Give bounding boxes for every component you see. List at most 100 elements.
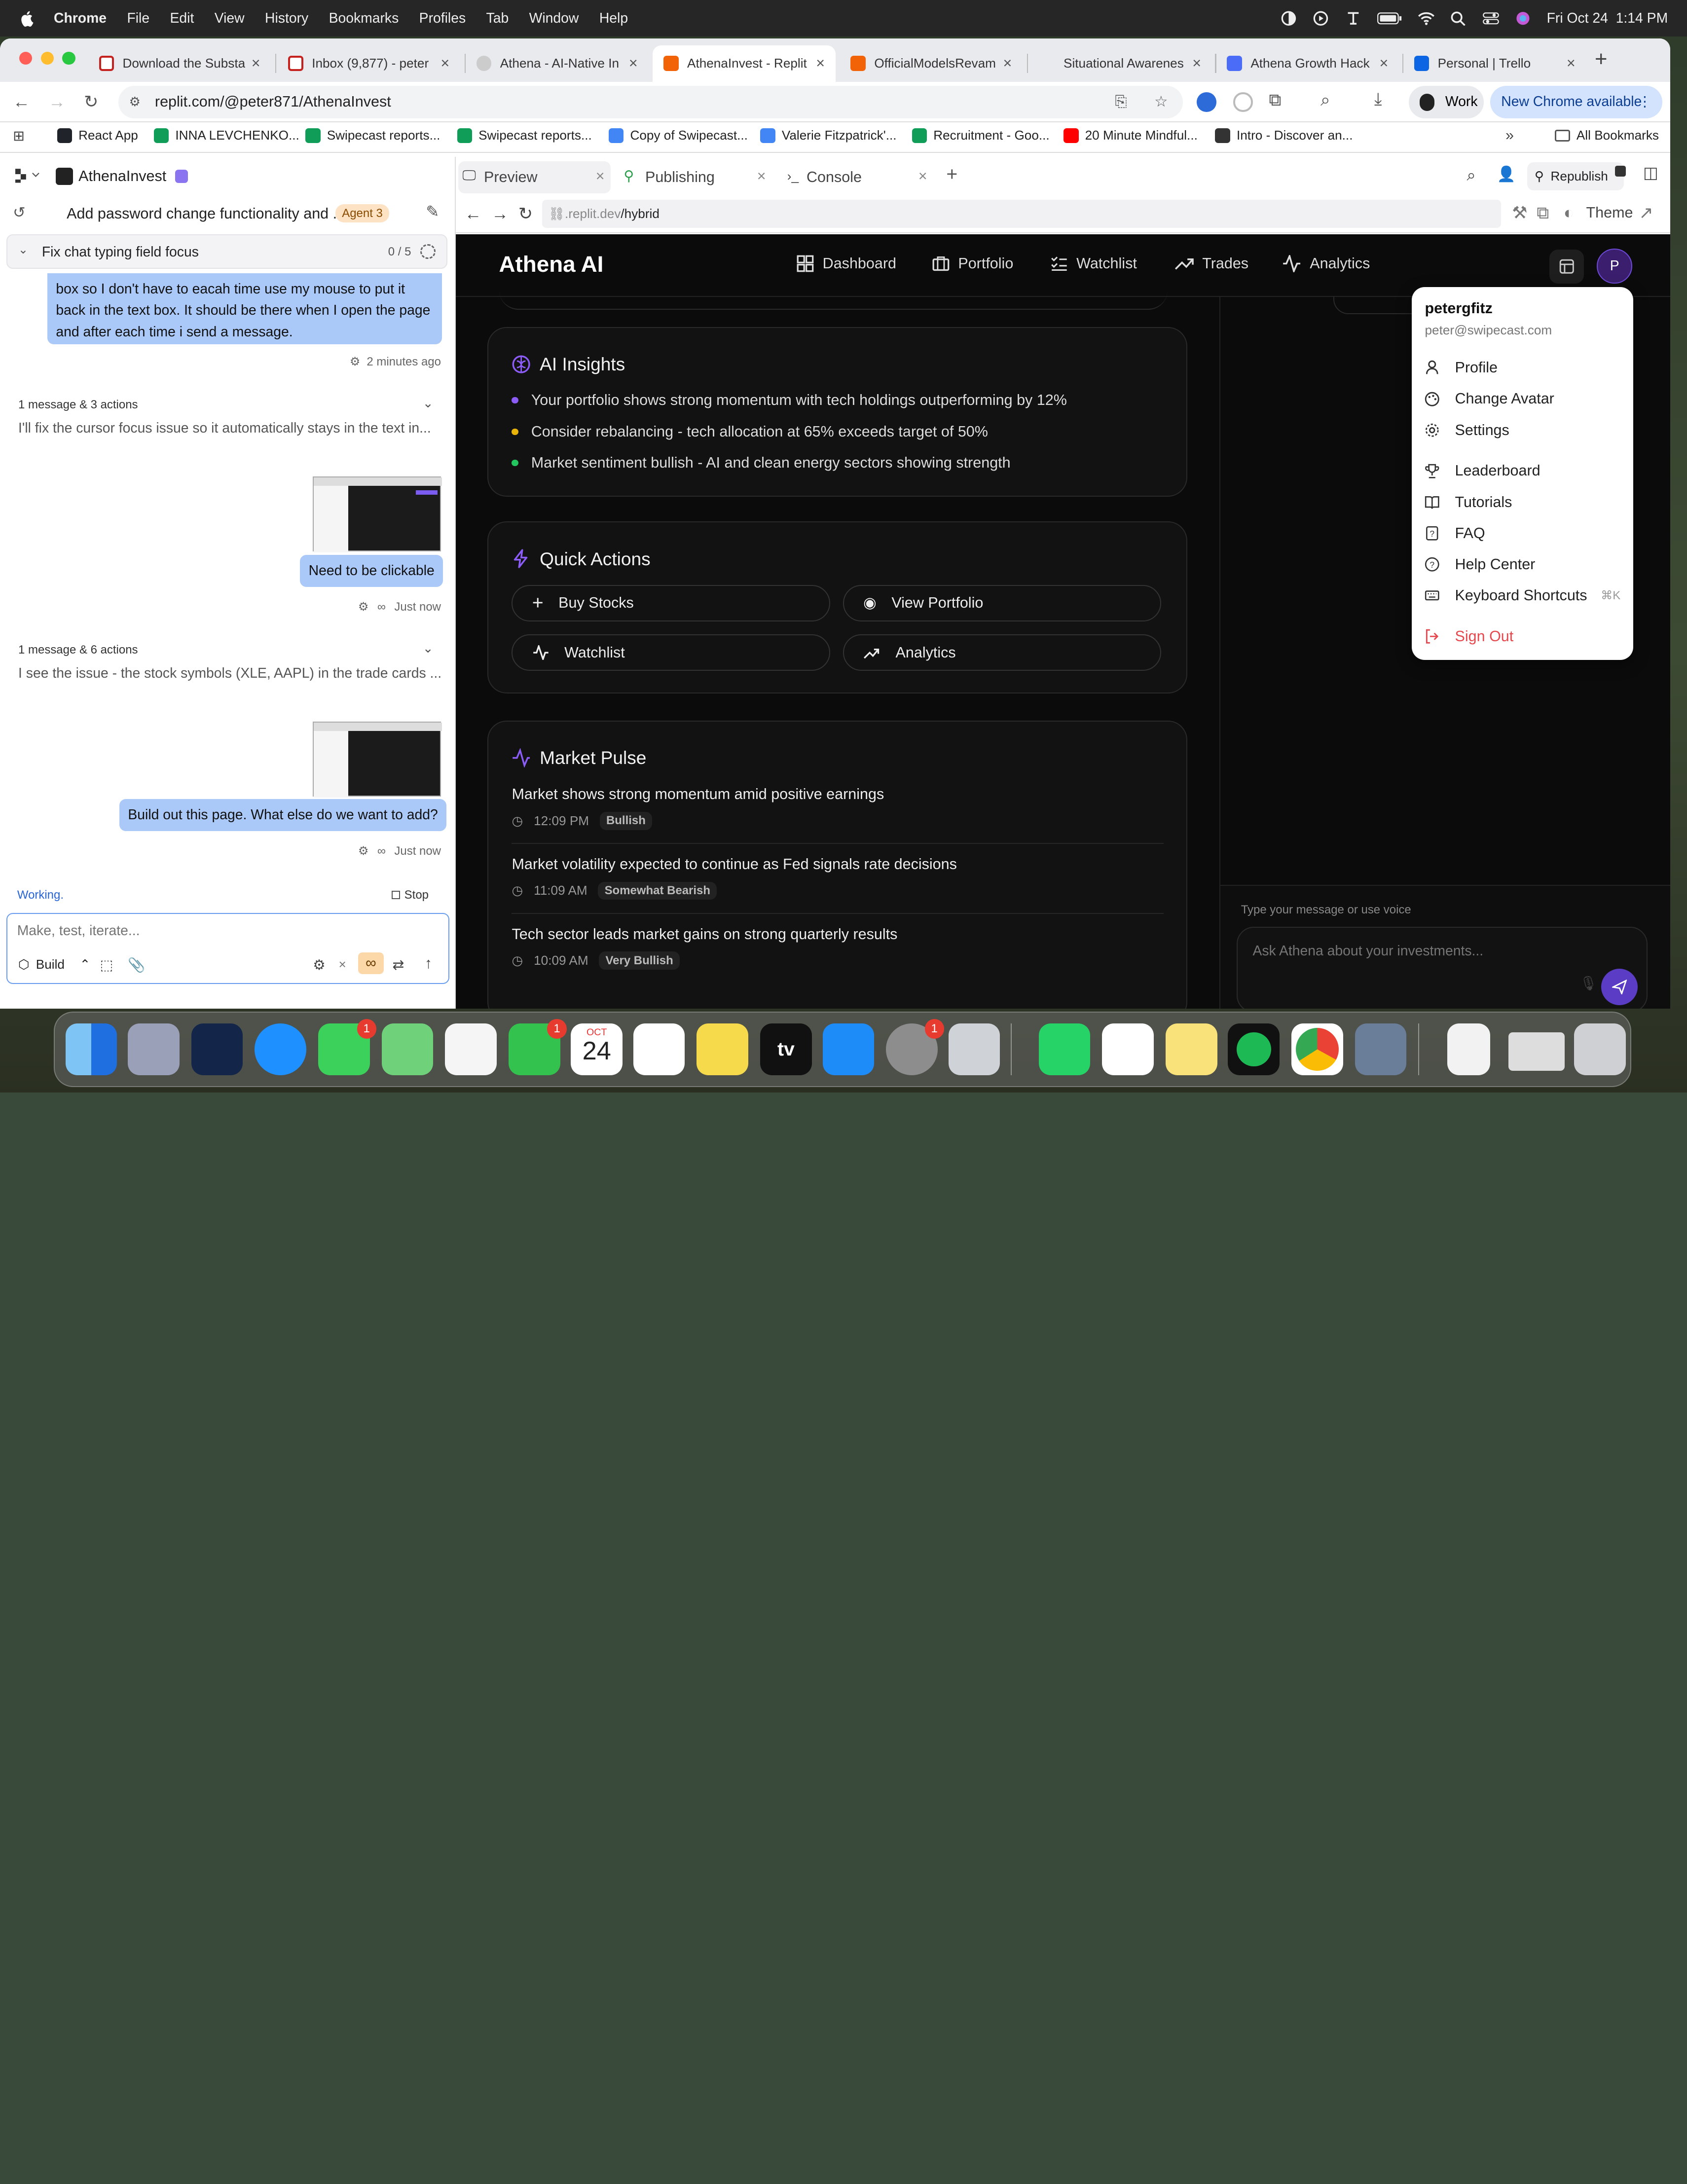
download-icon[interactable]: ⤓	[1374, 89, 1382, 109]
new-chat-icon[interactable]: ✎	[426, 202, 439, 221]
apple-icon[interactable]	[17, 8, 37, 28]
close-tab-icon[interactable]: ×	[596, 168, 605, 185]
watchlist-button[interactable]: Watchlist	[512, 634, 830, 671]
select-element-icon[interactable]: ⬚	[100, 957, 113, 974]
task-header[interactable]: ⌄ Fix chat typing field focus 0 / 5	[6, 234, 447, 269]
tab-athena-growth[interactable]: Athena Growth Hack ×	[1216, 45, 1399, 82]
reload-icon[interactable]: ↻	[84, 92, 98, 112]
slack-icon[interactable]	[1102, 1023, 1154, 1075]
chrome-icon[interactable]	[1291, 1023, 1343, 1075]
bookmark-item[interactable]: INNA LEVCHENKO...	[153, 128, 299, 144]
view-portfolio-button[interactable]: ◉ View Portfolio	[843, 584, 1162, 621]
sliders-icon[interactable]: ⇄	[393, 957, 404, 974]
attach-icon[interactable]: 📎	[128, 957, 145, 974]
site-info-icon[interactable]: ⚙	[129, 86, 141, 118]
install-app-icon[interactable]: ⎘	[1115, 86, 1127, 118]
menu-window[interactable]: Window	[529, 10, 579, 27]
nav-analytics[interactable]: Analytics	[1282, 255, 1370, 272]
search-icon[interactable]: ⌕	[1467, 166, 1476, 185]
minimize-window-button[interactable]	[40, 51, 54, 65]
theme-label[interactable]: Theme	[1586, 204, 1633, 221]
bookmark-item[interactable]: Copy of Swipecast...	[608, 128, 748, 144]
siri-icon[interactable]	[1514, 11, 1532, 26]
nav-dashboard[interactable]: Dashboard	[797, 255, 896, 272]
menu-change-avatar[interactable]: Change Avatar	[1425, 390, 1554, 407]
news-item[interactable]: Market volatility expected to continue a…	[512, 856, 1164, 914]
update-chrome-button[interactable]: New Chrome available ⋮	[1490, 86, 1663, 118]
more-menu-icon[interactable]: ⋮	[1638, 86, 1651, 118]
menu-tutorials[interactable]: Tutorials	[1425, 494, 1512, 511]
spotlight-icon[interactable]	[1450, 11, 1467, 26]
messages-icon[interactable]: 1	[318, 1019, 376, 1075]
analytics-button[interactable]: Analytics	[843, 634, 1162, 671]
new-tab-icon[interactable]: +	[1595, 47, 1607, 72]
agent-settings-icon[interactable]: ⚙	[313, 957, 325, 974]
send-app-icon[interactable]	[191, 1023, 243, 1075]
summary-head[interactable]: 1 message & 3 actions	[18, 398, 138, 412]
contrast-icon[interactable]	[1280, 11, 1297, 26]
iphone-mirroring-icon[interactable]	[948, 1023, 1000, 1075]
tab-console[interactable]: ›_ Console ×	[783, 161, 936, 193]
close-tab-icon[interactable]: ×	[1380, 55, 1389, 72]
infinity-icon[interactable]: ∞	[358, 952, 384, 974]
play-icon[interactable]	[1312, 11, 1329, 26]
clock[interactable]: Fri Oct 24 1:14 PM	[1547, 10, 1668, 27]
extensions-icon[interactable]: ⧉	[1269, 90, 1281, 110]
profile-button[interactable]: Work	[1408, 86, 1484, 118]
palette-icon[interactable]: ◐	[1564, 203, 1574, 223]
preview-url-field[interactable]: ⛓.replit.dev/hybrid	[542, 200, 1502, 228]
stop-button[interactable]: Stop	[391, 888, 429, 902]
screenshot-thumbnail[interactable]	[313, 721, 442, 798]
news-item[interactable]: Tech sector leads market gains on strong…	[512, 926, 1163, 984]
menu-sign-out[interactable]: Sign Out	[1425, 628, 1513, 645]
chat-title[interactable]: Add password change functionality and ..…	[67, 205, 345, 222]
menu-view[interactable]: View	[215, 10, 245, 27]
news-item[interactable]: Market shows strong momentum amid positi…	[512, 786, 1164, 844]
control-center-icon[interactable]	[1482, 11, 1500, 26]
tab-official-models[interactable]: OfficialModelsRevam ×	[840, 45, 1023, 82]
close-tab-icon[interactable]: ×	[918, 168, 927, 185]
bookmark-star-icon[interactable]: ☆	[1154, 86, 1168, 118]
devices-icon[interactable]: ⧉	[1537, 203, 1549, 223]
chevron-down-icon[interactable]: ⌄	[18, 243, 28, 257]
bookmark-item[interactable]: Recruitment - Goo...	[912, 128, 1050, 144]
devtools-icon[interactable]: ⚒	[1512, 203, 1527, 223]
photos-icon[interactable]	[445, 1023, 497, 1075]
bookmark-item[interactable]: 20 Minute Mindful...	[1064, 128, 1198, 144]
athena-chat-input[interactable]	[1252, 941, 1608, 962]
nav-portfolio[interactable]: Portfolio	[932, 255, 1013, 272]
menu-help[interactable]: Help	[599, 10, 628, 27]
nav-watchlist[interactable]: Watchlist	[1051, 255, 1137, 272]
bookmark-item[interactable]: React App	[57, 128, 138, 144]
close-tab-icon[interactable]: ×	[1192, 55, 1201, 72]
reload-icon[interactable]: ↻	[518, 204, 533, 224]
screenshot-thumbnail[interactable]	[313, 476, 442, 553]
open-external-icon[interactable]: ↗	[1639, 203, 1653, 223]
tab-situational-awareness[interactable]: Situational Awarenes ×	[1029, 45, 1212, 82]
menu-leaderboard[interactable]: Leaderboard	[1425, 462, 1540, 479]
invite-icon[interactable]: 👤	[1497, 166, 1516, 183]
tab-athenainvest-replit[interactable]: AthenaInvest - Replit ×	[653, 45, 836, 82]
send-button[interactable]	[1601, 968, 1638, 1005]
menu-history[interactable]: History	[265, 10, 308, 27]
layout-toggle-button[interactable]	[1549, 249, 1584, 284]
chevron-down-icon[interactable]: ⌄	[423, 396, 434, 411]
all-bookmarks[interactable]: All Bookmarks	[1555, 128, 1659, 143]
apps-grid-icon[interactable]: ⊞	[13, 128, 25, 145]
tab-substack[interactable]: Download the Substa ×	[88, 45, 271, 82]
buy-stocks-button[interactable]: + Buy Stocks	[512, 584, 830, 621]
close-tab-icon[interactable]: ×	[757, 168, 766, 185]
wifi-icon[interactable]	[1418, 11, 1435, 26]
more-bookmarks-icon[interactable]: »	[1505, 127, 1514, 144]
extension-zm-icon[interactable]	[1197, 92, 1216, 112]
window-thumbnail-icon[interactable]	[1508, 1032, 1565, 1071]
tab-athena-native[interactable]: Athena - AI-Native In ×	[466, 45, 649, 82]
replit-menu-icon[interactable]	[15, 168, 41, 183]
tab-inbox[interactable]: Inbox (9,877) - peter ×	[277, 45, 460, 82]
maps-icon[interactable]	[381, 1023, 434, 1075]
send-arrow-icon[interactable]: ↑	[425, 955, 432, 972]
close-window-button[interactable]	[19, 51, 33, 65]
bookmark-item[interactable]: Swipecast reports...	[457, 128, 592, 144]
athena-chat-box[interactable]: 🎙	[1236, 926, 1648, 1009]
forward-icon[interactable]: →	[48, 92, 66, 112]
